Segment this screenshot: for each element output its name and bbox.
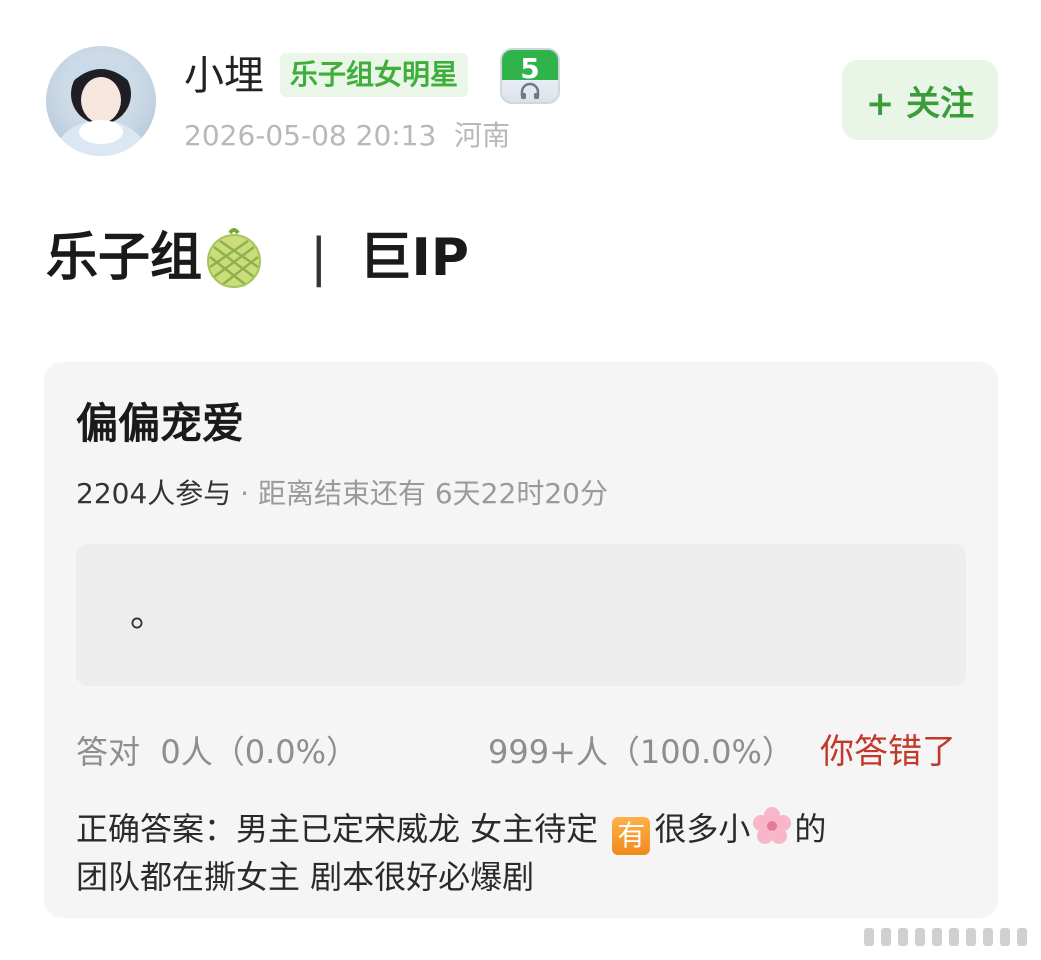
post-title-left: 乐子组 [46,228,203,288]
you-emoji-icon: 有 [612,817,651,855]
result-label: 你答错了 [820,732,956,772]
correct-answer: 正确答案：男主已定宋威龙 女主待定 有很多小 的 团队都在撕女主 剧本很好必爆剧 [76,806,976,899]
answer-prefix: 正确答案：男主已定宋威龙 女主待定 [76,810,599,848]
correct-label: 答对 [76,733,141,771]
post-title-separator: | [310,228,328,288]
cherry-blossom-icon [753,807,792,844]
quiz-meta: 2204人参与 · 距离结束还有 6天22时20分 [76,474,608,514]
quiz-countdown: 距离结束还有 6天22时20分 [257,477,608,510]
post-location: 河南 [454,119,511,152]
post-timestamp: 2026-05-08 20:13 [184,119,437,152]
wrong-count: 999+人（100.0%） [488,733,794,771]
quiz-option-text: 。 [130,594,167,635]
correct-count: 0人（0.0%） [160,733,359,771]
answer-mid: 很多小 [654,810,751,848]
level-number: 5 [520,52,540,85]
quiz-participants: 2204人参与 [76,477,232,510]
avatar-image [51,59,151,156]
quiz-option[interactable] [76,544,966,686]
post-meta: 2026-05-08 20:13 河南 [184,118,510,154]
username[interactable]: 小埋 [184,50,264,102]
watermark [864,928,1027,948]
follow-button[interactable]: + 关注 [842,60,998,140]
post-title-right: 巨IP [359,228,470,288]
headphone-icon [520,82,540,99]
quiz-meta-separator: · [231,477,258,510]
avatar[interactable] [46,46,156,156]
answer-line2: 团队都在撕女主 剧本很好必爆剧 [76,858,535,896]
level-badge[interactable]: 5 [500,48,560,104]
quiz-title: 偏偏宠爱 [76,399,245,448]
melon-icon [207,228,262,288]
post-title: 乐子组 | 巨IP [46,220,469,296]
user-badge-tag[interactable]: 乐子组女明星 [280,53,469,97]
correct-stat: 答对 0人（0.0%） [76,730,358,774]
answer-suffix: 的 [794,810,827,848]
